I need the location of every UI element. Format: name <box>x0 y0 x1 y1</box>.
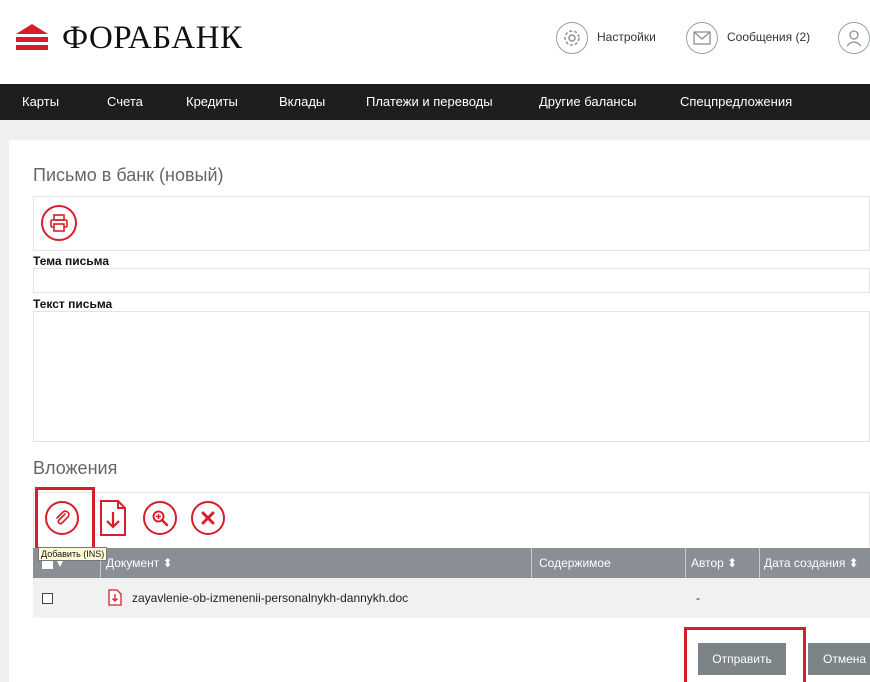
page-left-margin <box>0 140 9 682</box>
body-textarea[interactable] <box>33 311 870 442</box>
table-row[interactable]: zayavlenie-ob-izmenenii-personalnykh-dan… <box>33 578 870 618</box>
download-attachment-button[interactable] <box>98 499 128 537</box>
nav-item-loans[interactable]: Кредиты <box>186 84 238 120</box>
zoom-icon <box>152 510 169 527</box>
add-button-tooltip: Добавить (INS) <box>38 547 108 561</box>
subject-input[interactable] <box>33 268 870 293</box>
nav-item-other-balances[interactable]: Другие балансы <box>539 84 636 120</box>
messages-link[interactable]: Сообщения (2) <box>727 30 810 44</box>
forabank-logo-icon <box>14 22 50 56</box>
print-button[interactable] <box>41 205 77 241</box>
close-icon <box>201 511 215 525</box>
page-title: Письмо в банк (новый) <box>33 165 224 185</box>
settings-gear-icon[interactable] <box>556 22 588 54</box>
brand-name: ФОРАБАНК <box>62 20 243 56</box>
user-profile-icon[interactable] <box>838 22 870 54</box>
column-divider <box>759 548 760 578</box>
delete-attachment-button[interactable] <box>191 501 225 535</box>
column-divider <box>531 548 532 578</box>
nav-item-cards[interactable]: Карты <box>22 84 59 120</box>
column-header-author-label: Автор <box>691 556 724 570</box>
row-document-name[interactable]: zayavlenie-ob-izmenenii-personalnykh-dan… <box>132 591 408 605</box>
toolbar-box <box>33 196 870 251</box>
nav-item-payments[interactable]: Платежи и переводы <box>366 84 493 120</box>
download-file-icon <box>100 500 126 536</box>
column-header-content[interactable]: Содержимое <box>539 548 611 578</box>
nav-item-accounts[interactable]: Счета <box>107 84 143 120</box>
column-header-document[interactable]: Документ ⬍ <box>106 548 173 578</box>
page-background-band <box>0 120 870 140</box>
row-author: - <box>696 591 700 605</box>
cancel-button[interactable]: Отмена <box>808 643 870 675</box>
attachments-table-header: ▾ Документ ⬍ Содержимое Автор ⬍ Дата соз… <box>33 548 870 578</box>
doc-file-icon <box>108 589 122 606</box>
main-nav: Карты Счета Кредиты Вклады Платежи и пер… <box>0 84 870 120</box>
nav-item-special-offers[interactable]: Спецпредложения <box>680 84 792 120</box>
view-attachment-button[interactable] <box>143 501 177 535</box>
column-header-document-label: Документ <box>106 556 160 570</box>
messages-envelope-icon[interactable] <box>686 22 718 54</box>
app-header: ФОРАБАНК Настройки Сообщения (2) <box>0 0 870 84</box>
attachments-title: Вложения <box>33 458 118 478</box>
nav-item-deposits[interactable]: Вклады <box>279 84 325 120</box>
column-header-created[interactable]: Дата создания ⬍ <box>764 548 859 578</box>
row-checkbox[interactable] <box>42 593 53 604</box>
printer-icon <box>50 214 68 232</box>
settings-link[interactable]: Настройки <box>597 30 656 44</box>
column-header-created-label: Дата создания <box>764 556 846 570</box>
subject-label: Тема письма <box>33 254 110 268</box>
body-label: Текст письма <box>33 297 113 311</box>
column-divider <box>685 548 686 578</box>
column-header-author[interactable]: Автор ⬍ <box>691 548 737 578</box>
send-button-highlight <box>684 627 806 682</box>
